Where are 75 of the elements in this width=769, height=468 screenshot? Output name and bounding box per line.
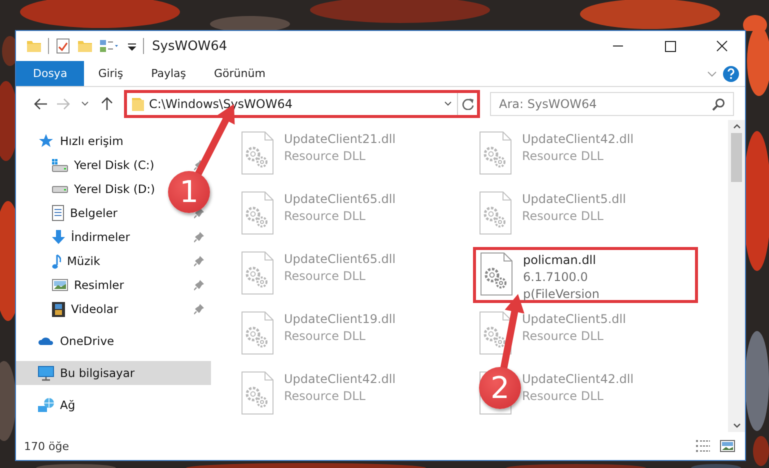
document-icon <box>52 205 64 221</box>
drive-icon <box>52 186 68 192</box>
scroll-up-icon[interactable] <box>732 124 740 129</box>
sidebar-item[interactable]: Müzik <box>16 249 106 273</box>
file-detail: Resource DLL <box>522 328 604 345</box>
file-detail: Resource DLL <box>284 148 366 165</box>
scrollbar[interactable] <box>728 120 745 432</box>
sidebar-item[interactable]: Hızlı erişim <box>16 129 130 153</box>
sidebar-item[interactable]: İndirmeler <box>16 225 136 249</box>
file-detail: p(FileVersion <box>523 286 600 303</box>
file-detail: Resource DLL <box>522 208 604 225</box>
chevron-down-icon <box>444 101 452 106</box>
details-view-icon[interactable] <box>696 440 710 452</box>
ribbon-tab[interactable]: Görünüm <box>200 61 280 86</box>
properties-icon[interactable] <box>55 38 71 54</box>
file-name: UpdateClient19.dll <box>284 311 396 328</box>
sidebar-item[interactable]: Yerel Disk (D:) <box>16 177 162 201</box>
search-icon[interactable] <box>712 98 725 110</box>
scroll-down-icon[interactable] <box>732 423 740 428</box>
folder-icon <box>131 96 145 110</box>
file-name: UpdateClient65.dll <box>284 251 396 268</box>
file-name: UpdateClient65.dll <box>284 191 396 208</box>
sidebar-item[interactable]: OneDrive <box>16 329 120 353</box>
chevron-down-icon <box>81 101 89 106</box>
music-note-icon <box>52 254 61 268</box>
film-icon <box>52 302 65 316</box>
file-detail: Resource DLL <box>284 328 366 345</box>
up-arrow-icon <box>101 96 113 110</box>
sidebar-item[interactable]: Yerel Disk (C:) <box>16 153 160 177</box>
minimize-icon <box>612 45 624 47</box>
file-name: UpdateClient5.dll <box>522 311 626 328</box>
help-button[interactable] <box>723 66 739 82</box>
star-icon <box>38 134 54 148</box>
sidebar-item[interactable]: Videolar <box>16 297 124 321</box>
cloud-icon <box>38 337 54 345</box>
sidebar-item[interactable]: Ağ <box>16 393 82 417</box>
expand-ribbon-icon[interactable] <box>707 70 717 76</box>
file-detail: Resource DLL <box>284 388 366 405</box>
download-icon <box>52 230 65 244</box>
refresh-icon <box>462 98 474 110</box>
maximize-icon <box>664 40 676 52</box>
back-arrow-icon <box>34 98 48 110</box>
address-path: C:\Windows\SysWOW64 <box>148 96 294 110</box>
close-icon <box>716 40 728 52</box>
ribbon-tab[interactable]: Giriş <box>84 61 138 86</box>
ribbon-tab[interactable]: Dosya <box>16 61 84 86</box>
file-name: policman.dll <box>523 252 597 269</box>
file-name: UpdateClient42.dll <box>284 371 396 388</box>
question-mark-icon <box>727 68 735 79</box>
file-tile[interactable]: policman.dll 6.1.7100.0 p(FileVersion <box>473 247 698 303</box>
network-icon <box>38 398 54 412</box>
file-detail: Resource DLL <box>284 268 366 285</box>
ribbon-tab[interactable]: Paylaş <box>137 61 200 86</box>
file-detail: Resource DLL <box>522 388 604 405</box>
file-name: UpdateClient21.dll <box>284 131 396 148</box>
file-detail: 6.1.7100.0 <box>523 269 589 286</box>
item-count: 170 öğe <box>24 440 69 452</box>
sidebar-item[interactable]: Belgeler <box>16 201 124 225</box>
drive-icon <box>52 158 68 172</box>
file-detail: Resource DLL <box>522 148 604 165</box>
picture-icon <box>52 279 68 291</box>
sidebar-item[interactable]: Resimler <box>16 273 130 297</box>
address-bar[interactable]: C:\Windows\SysWOW64 <box>124 90 480 118</box>
file-name: UpdateClient42.dll <box>522 131 634 148</box>
file-name: UpdateClient42.dll <box>522 371 634 388</box>
file-detail: Resource DLL <box>284 208 366 225</box>
large-icons-view-icon[interactable] <box>720 440 735 452</box>
monitor-icon <box>38 366 54 380</box>
forward-arrow-icon <box>56 98 70 110</box>
window-title: SysWOW64 <box>152 38 228 54</box>
view-options-icon[interactable] <box>99 38 121 54</box>
search-field[interactable]: Ara: SysWOW64 <box>490 92 734 116</box>
sidebar-item[interactable]: Bu bilgisayar <box>16 361 211 385</box>
scrollbar-thumb[interactable] <box>731 133 742 182</box>
file-name: UpdateClient5.dll <box>522 191 626 208</box>
